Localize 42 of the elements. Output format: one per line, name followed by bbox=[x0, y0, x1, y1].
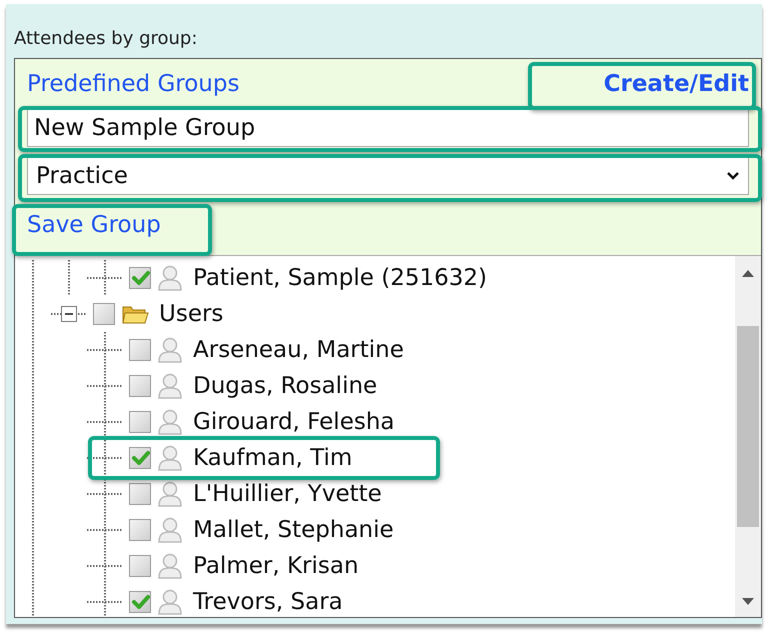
tree-item-label[interactable]: Dugas, Rosaline bbox=[193, 373, 378, 399]
person-icon bbox=[157, 552, 183, 580]
tree-item-label[interactable]: Arseneau, Martine bbox=[193, 337, 404, 363]
checkbox[interactable] bbox=[129, 375, 151, 397]
group-type-dropdown[interactable]: Practice bbox=[27, 157, 749, 195]
checkbox[interactable] bbox=[129, 447, 151, 469]
scroll-down-icon[interactable] bbox=[740, 597, 756, 607]
checkbox[interactable] bbox=[129, 411, 151, 433]
tree-item-label[interactable]: Patient, Sample (251632) bbox=[193, 265, 488, 291]
tree-connector bbox=[87, 440, 123, 476]
checkbox[interactable] bbox=[129, 339, 151, 361]
tree-item-label[interactable]: Palmer, Krisan bbox=[193, 553, 359, 579]
section-label: Attendees by group: bbox=[14, 28, 198, 51]
checkbox[interactable] bbox=[129, 591, 151, 613]
create-edit-link[interactable]: Create/Edit bbox=[604, 71, 749, 97]
person-icon bbox=[157, 480, 183, 508]
person-icon bbox=[157, 336, 183, 364]
group-name-field[interactable]: New Sample Group bbox=[27, 109, 749, 147]
chevron-down-icon bbox=[726, 171, 740, 181]
tree-item-label[interactable]: L'Huillier, Yvette bbox=[193, 481, 382, 507]
save-group-link[interactable]: Save Group bbox=[27, 212, 161, 238]
scrollbar-thumb[interactable] bbox=[737, 326, 759, 527]
checkbox[interactable] bbox=[129, 483, 151, 505]
checkbox[interactable] bbox=[129, 555, 151, 577]
checkbox[interactable] bbox=[129, 267, 151, 289]
collapse-icon[interactable] bbox=[61, 306, 77, 322]
scrollbar[interactable] bbox=[735, 256, 761, 617]
predefined-groups-link[interactable]: Predefined Groups bbox=[27, 71, 240, 97]
tree-item-label[interactable]: Trevors, Sara bbox=[193, 589, 343, 615]
person-icon bbox=[157, 264, 183, 292]
checkbox[interactable] bbox=[129, 519, 151, 541]
checkbox[interactable] bbox=[93, 303, 115, 325]
tree-item-label[interactable]: Mallet, Stephanie bbox=[193, 517, 394, 543]
person-icon bbox=[157, 408, 183, 436]
person-icon bbox=[157, 372, 183, 400]
person-icon bbox=[157, 588, 183, 616]
tree-item-label[interactable]: Girouard, Felesha bbox=[193, 409, 394, 435]
person-icon bbox=[157, 516, 183, 544]
scroll-up-icon[interactable] bbox=[740, 268, 756, 278]
tree-item-label[interactable]: Kaufman, Tim bbox=[193, 445, 352, 471]
person-icon bbox=[157, 444, 183, 472]
tree-item-label[interactable]: Users bbox=[159, 301, 224, 327]
